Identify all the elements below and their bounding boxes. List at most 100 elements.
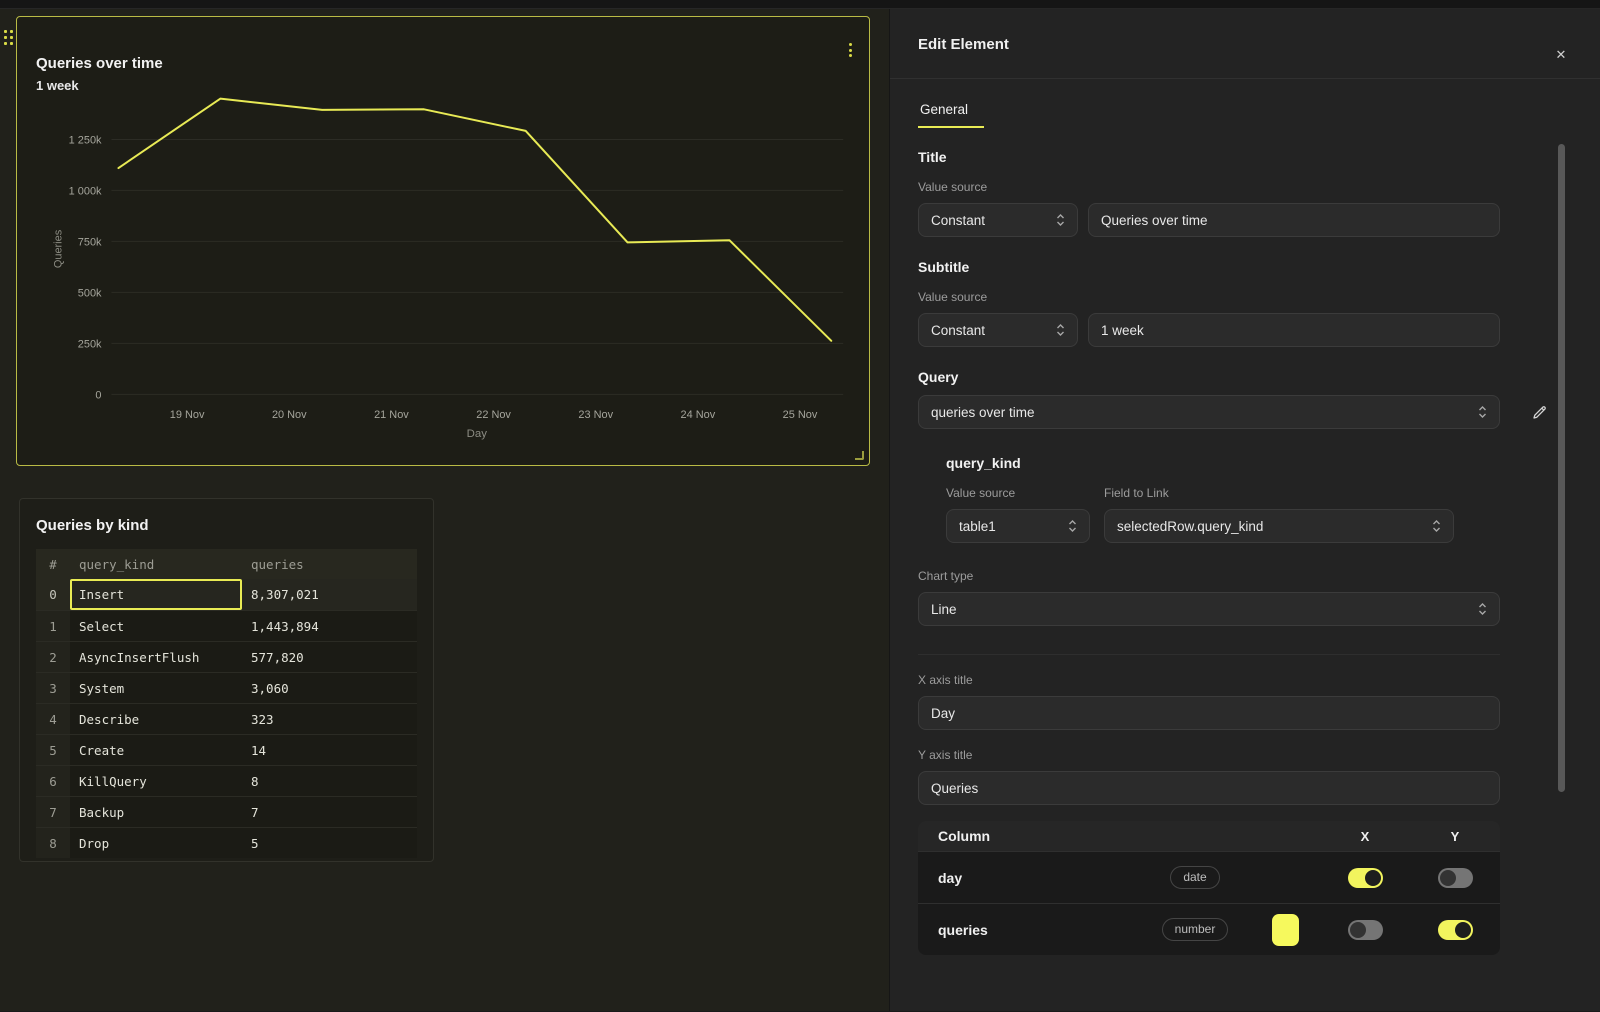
query-kind-cell[interactable]: Insert bbox=[70, 579, 242, 610]
table-header-cell: query_kind bbox=[70, 549, 242, 579]
table-row[interactable]: 3System3,060 bbox=[36, 672, 417, 703]
row-index-cell: 1 bbox=[36, 611, 70, 641]
queries-cell[interactable]: 14 bbox=[242, 735, 417, 765]
series-color-swatch[interactable] bbox=[1272, 914, 1299, 946]
panel-title: Edit Element bbox=[918, 36, 1009, 53]
column-name: day bbox=[918, 870, 1140, 886]
columns-table: Column X Y daydate queries number bbox=[918, 821, 1500, 955]
chart-subtitle: 1 week bbox=[36, 78, 79, 93]
query-kind-cell[interactable]: Describe bbox=[70, 704, 242, 734]
query-kind-cell[interactable]: Create bbox=[70, 735, 242, 765]
queries-cell[interactable]: 8,307,021 bbox=[242, 579, 417, 610]
query-kind-heading: query_kind bbox=[946, 455, 1500, 471]
table-header-row: #query_kindqueries bbox=[36, 549, 417, 579]
queries-by-kind-table: #query_kindqueries 0Insert8,307,0211Sele… bbox=[36, 549, 417, 858]
query-kind-cell[interactable]: Drop bbox=[70, 828, 242, 858]
queries-cell[interactable]: 7 bbox=[242, 797, 417, 827]
title-value-source-label: Value source bbox=[918, 180, 1500, 194]
close-icon[interactable]: ✕ bbox=[1552, 46, 1570, 64]
table-header-cell: # bbox=[36, 549, 70, 579]
query-kind-cell[interactable]: Backup bbox=[70, 797, 242, 827]
table-row[interactable]: 8Drop5 bbox=[36, 827, 417, 858]
dashboard-canvas: 0250k500k750k1 000k1 250kQueries19 Nov20… bbox=[0, 9, 889, 1011]
query-select[interactable]: queries over time bbox=[918, 395, 1500, 429]
x-axis-toggle[interactable] bbox=[1348, 868, 1383, 888]
row-index-cell: 0 bbox=[36, 579, 70, 610]
svg-text:23 Nov: 23 Nov bbox=[578, 409, 613, 421]
x-header-label: X bbox=[1320, 829, 1410, 844]
x-axis-toggle[interactable] bbox=[1348, 920, 1383, 940]
chart-type-label: Chart type bbox=[918, 569, 1500, 583]
title-value-input[interactable]: Queries over time bbox=[1088, 203, 1500, 237]
table-row[interactable]: 4Describe323 bbox=[36, 703, 417, 734]
queries-cell[interactable]: 3,060 bbox=[242, 673, 417, 703]
field-to-link-select[interactable]: selectedRow.query_kind bbox=[1104, 509, 1454, 543]
svg-text:250k: 250k bbox=[78, 338, 102, 350]
queries-cell[interactable]: 8 bbox=[242, 766, 417, 796]
row-index-cell: 5 bbox=[36, 735, 70, 765]
edit-element-panel: Edit Element ✕ General Title Value sourc… bbox=[889, 9, 1600, 1011]
query-kind-cell[interactable]: System bbox=[70, 673, 242, 703]
query-kind-cell[interactable]: Select bbox=[70, 611, 242, 641]
table-row[interactable]: 0Insert8,307,021 bbox=[36, 579, 417, 610]
svg-text:1 000k: 1 000k bbox=[69, 185, 102, 197]
kebab-menu-icon[interactable] bbox=[847, 41, 854, 59]
y-axis-title-input[interactable]: Queries bbox=[918, 771, 1500, 805]
table-row[interactable]: 5Create14 bbox=[36, 734, 417, 765]
row-index-cell: 2 bbox=[36, 642, 70, 672]
x-axis-title-label: X axis title bbox=[918, 673, 1500, 687]
column-name: queries bbox=[918, 922, 1140, 938]
svg-text:21 Nov: 21 Nov bbox=[374, 409, 409, 421]
query-kind-value-source-label: Value source bbox=[946, 486, 1090, 500]
y-axis-toggle[interactable] bbox=[1438, 868, 1473, 888]
queries-cell[interactable]: 5 bbox=[242, 828, 417, 858]
table-row[interactable]: 2AsyncInsertFlush577,820 bbox=[36, 641, 417, 672]
column-type-badge: number bbox=[1162, 918, 1229, 941]
svg-text:19 Nov: 19 Nov bbox=[170, 409, 205, 421]
query-kind-source-select[interactable]: table1 bbox=[946, 509, 1090, 543]
x-axis-title-input[interactable]: Day bbox=[918, 696, 1500, 730]
y-axis-toggle[interactable] bbox=[1438, 920, 1473, 940]
y-axis-title-label: Y axis title bbox=[918, 748, 1500, 762]
queries-cell[interactable]: 323 bbox=[242, 704, 417, 734]
query-kind-cell[interactable]: KillQuery bbox=[70, 766, 242, 796]
drag-handle-icon[interactable] bbox=[4, 30, 13, 45]
query-kind-cell[interactable]: AsyncInsertFlush bbox=[70, 642, 242, 672]
top-bar bbox=[0, 0, 1600, 9]
table-header-cell: queries bbox=[242, 549, 417, 579]
table-row[interactable]: 7Backup7 bbox=[36, 796, 417, 827]
svg-text:24 Nov: 24 Nov bbox=[681, 409, 716, 421]
tab-general[interactable]: General bbox=[918, 102, 984, 128]
svg-text:20 Nov: 20 Nov bbox=[272, 409, 307, 421]
resize-handle[interactable] bbox=[855, 451, 864, 460]
title-source-select[interactable]: Constant bbox=[918, 203, 1078, 237]
queries-cell[interactable]: 1,443,894 bbox=[242, 611, 417, 641]
subtitle-source-select[interactable]: Constant bbox=[918, 313, 1078, 347]
queries-by-kind-panel[interactable]: Queries by kind #query_kindqueries 0Inse… bbox=[19, 498, 434, 862]
table-panel-title: Queries by kind bbox=[36, 517, 433, 534]
edit-query-pencil-icon[interactable] bbox=[1529, 402, 1549, 422]
columns-table-header: Column X Y bbox=[918, 821, 1500, 851]
queries-cell[interactable]: 577,820 bbox=[242, 642, 417, 672]
row-index-cell: 8 bbox=[36, 828, 70, 858]
query-section-heading: Query bbox=[918, 369, 1500, 385]
column-header-label: Column bbox=[918, 828, 1140, 844]
svg-text:0: 0 bbox=[95, 389, 101, 401]
table-row[interactable]: 6KillQuery8 bbox=[36, 765, 417, 796]
row-index-cell: 6 bbox=[36, 766, 70, 796]
panel-scrollbar[interactable] bbox=[1558, 144, 1565, 792]
subtitle-section-heading: Subtitle bbox=[918, 259, 1500, 275]
svg-text:22 Nov: 22 Nov bbox=[476, 409, 511, 421]
field-to-link-label: Field to Link bbox=[1104, 486, 1454, 500]
chart-type-select[interactable]: Line bbox=[918, 592, 1500, 626]
column-config-row: daydate bbox=[918, 851, 1500, 903]
svg-text:25 Nov: 25 Nov bbox=[783, 409, 818, 421]
section-divider bbox=[918, 654, 1500, 655]
svg-text:1 250k: 1 250k bbox=[69, 134, 102, 146]
row-index-cell: 3 bbox=[36, 673, 70, 703]
svg-text:Day: Day bbox=[467, 428, 488, 440]
chart-element-selected[interactable]: 0250k500k750k1 000k1 250kQueries19 Nov20… bbox=[16, 16, 870, 466]
panel-header: Edit Element bbox=[890, 9, 1600, 79]
subtitle-value-input[interactable]: 1 week bbox=[1088, 313, 1500, 347]
table-row[interactable]: 1Select1,443,894 bbox=[36, 610, 417, 641]
